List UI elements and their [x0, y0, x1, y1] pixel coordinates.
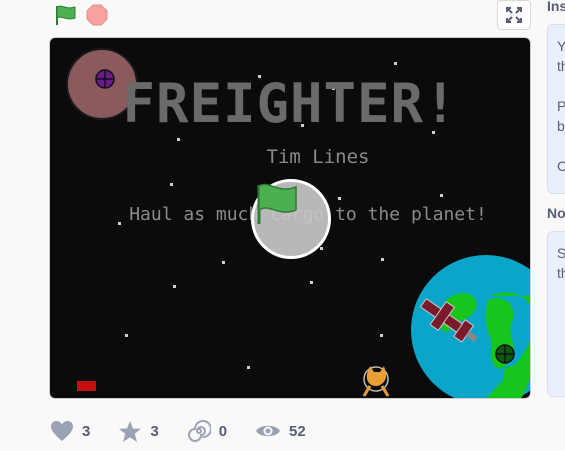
play-button[interactable]: [251, 179, 331, 259]
eye-icon: [256, 425, 281, 437]
notes-line: th: [557, 265, 565, 281]
green-flag-icon: [56, 5, 76, 25]
instructions-line: P: [548, 96, 565, 116]
stop-button[interactable]: [86, 4, 108, 26]
star-icon: [119, 420, 142, 442]
remix-count: 0: [218, 422, 228, 440]
stop-sign-icon: [86, 4, 108, 26]
fullscreen-icon: [506, 7, 522, 23]
notes-line: S: [548, 243, 565, 263]
love-button[interactable]: 3: [50, 420, 90, 442]
instructions-line: [548, 76, 565, 96]
favorite-count: 3: [150, 422, 159, 440]
favorite-button[interactable]: 3: [118, 420, 159, 443]
cat-astronaut-sprite: [362, 366, 390, 397]
heart-icon: [51, 421, 73, 441]
project-page: FREIGHTER! Tim Lines Haul as much cargo …: [0, 0, 565, 451]
project-stage[interactable]: FREIGHTER! Tim Lines Haul as much cargo …: [49, 37, 531, 399]
instructions-line: th: [557, 58, 565, 74]
views-count: 52: [289, 422, 306, 440]
game-author: Tim Lines: [266, 146, 370, 168]
instructions-line: b: [557, 118, 565, 134]
love-count: 3: [82, 422, 91, 440]
fullscreen-button[interactable]: [497, 0, 531, 30]
project-stats: 3 3 0 52: [50, 418, 334, 444]
instructions-line: [548, 136, 565, 156]
green-flag-icon: [257, 183, 297, 224]
instructions-line: Y: [548, 36, 565, 56]
notes-panel[interactable]: S th: [547, 231, 565, 397]
green-flag-button[interactable]: [54, 4, 78, 26]
instructions-panel[interactable]: Y th P b C: [547, 24, 565, 194]
views-stat: 52: [255, 422, 306, 440]
remix-icon: [187, 420, 211, 442]
game-title: FREIGHTER!: [122, 72, 458, 135]
red-block-sprite: [77, 381, 96, 391]
instructions-line: C: [548, 156, 565, 176]
remix-button[interactable]: 0: [187, 419, 227, 443]
instructions-title: Ins: [547, 0, 565, 14]
notes-title: No: [547, 205, 565, 221]
